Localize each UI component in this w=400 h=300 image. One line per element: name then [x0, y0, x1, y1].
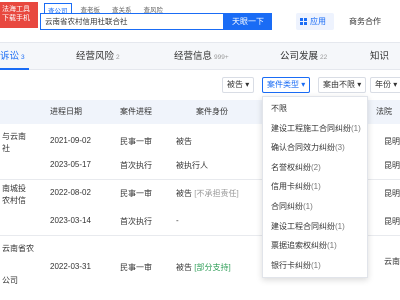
search-input[interactable]: 云南省农村信用社联合社: [40, 13, 224, 30]
apps-button[interactable]: 应用: [296, 13, 334, 30]
apps-button-label: 应用: [310, 17, 326, 26]
business-cooperation-link[interactable]: 商务合作: [349, 13, 381, 30]
dropdown-item[interactable]: 建设工程合同纠纷(1): [263, 217, 367, 237]
role-text: 被告: [176, 189, 192, 198]
tab-label: 经营风险: [76, 51, 115, 62]
row-role: 被告: [176, 137, 192, 146]
row-court: 昆明: [384, 217, 400, 226]
col-role: 案件身份: [196, 107, 228, 116]
row-court: 昆明: [384, 189, 400, 198]
row-date: 2023-05-17: [50, 160, 91, 169]
case-name-cont[interactable]: 社: [2, 144, 10, 154]
grid-icon: [300, 17, 308, 26]
row-process: 首次执行: [120, 217, 152, 226]
dropdown-item-label: 名誉权纠纷: [271, 162, 311, 172]
judgement-tag: [部分支持]: [194, 263, 231, 272]
row-role: 被告 [不承担责任]: [176, 188, 239, 199]
row-process: 民事一审: [120, 137, 152, 146]
app-download-banner[interactable]: 法海工具 下载手机: [0, 2, 38, 28]
filter-defendant[interactable]: 被告 ▾: [222, 77, 255, 93]
dropdown-item[interactable]: 信用卡纠纷(1): [263, 177, 367, 197]
row-date: 2022-08-02: [50, 188, 91, 197]
tab-count: 2: [116, 54, 120, 61]
dropdown-item-label: 不限: [271, 104, 287, 113]
dropdown-item[interactable]: 名誉权纠纷(2): [263, 158, 367, 178]
dropdown-item-count: (1): [351, 123, 361, 133]
dropdown-item[interactable]: 不限: [263, 99, 367, 119]
dropdown-item-label: 建设工程施工合同纠纷: [271, 123, 351, 133]
col-court: 法院: [376, 107, 392, 116]
dropdown-item-label: 票据追索权纠纷: [271, 241, 327, 251]
role-text: 被告: [176, 263, 192, 272]
dropdown-item[interactable]: 合同纠纷(1): [263, 197, 367, 217]
dropdown-item-count: (1): [311, 182, 321, 192]
row-date: 2021-09-02: [50, 136, 91, 145]
case-name[interactable]: 云南省农: [2, 244, 34, 254]
dropdown-item-label: 合同纠纷: [271, 201, 303, 211]
dropdown-item-count: (1): [303, 201, 313, 211]
case-name-cont[interactable]: 公司: [2, 276, 18, 286]
dropdown-item-count: (1): [311, 260, 321, 270]
tab-count: 3: [21, 54, 25, 61]
dropdown-item-label: 建设工程合同纠纷: [271, 221, 335, 231]
case-name[interactable]: 与云南: [2, 132, 26, 142]
tab-label: 知识: [370, 51, 390, 62]
row-court: 昆明: [384, 137, 400, 146]
dropdown-item[interactable]: 票据追索权纠纷(1): [263, 236, 367, 256]
tab-company-development[interactable]: 公司发展 22: [280, 43, 327, 70]
dropdown-item-count: (2): [311, 162, 321, 172]
dropdown-item-count: (3): [335, 143, 345, 153]
row-court: 昆明: [384, 161, 400, 170]
tab-count: 999+: [214, 54, 229, 61]
row-role: 被告 [部分支持]: [176, 262, 231, 273]
row-date: 2022-03-31: [50, 262, 91, 271]
dropdown-item[interactable]: 建设工程施工合同纠纷(1): [263, 119, 367, 139]
section-tabs: 诉讼 3 经营风险 2 经营信息 999+ 公司发展 22 知识: [0, 42, 400, 70]
col-process: 案件进程: [120, 107, 152, 116]
row-role: -: [176, 216, 179, 225]
dropdown-item-label: 信用卡纠纷: [271, 182, 311, 192]
tab-business-info[interactable]: 经营信息 999+: [174, 43, 229, 70]
row-process: 民事一审: [120, 263, 152, 272]
tab-label: 经营信息: [174, 51, 213, 62]
dropdown-item[interactable]: 确认合同效力纠纷(3): [263, 138, 367, 158]
row-process: 首次执行: [120, 161, 152, 170]
filter-year[interactable]: 年份 ▾: [370, 77, 400, 93]
tab-knowledge[interactable]: 知识: [370, 43, 389, 70]
tab-label: 诉讼: [0, 51, 20, 62]
tab-litigation[interactable]: 诉讼 3: [0, 43, 29, 70]
case-name-cont[interactable]: 农村信: [2, 196, 26, 206]
filter-bar: 被告 ▾ 案件类型 ▾ 案由不限 ▾ 年份 ▾: [0, 72, 400, 98]
top-bar: 法海工具 下载手机 查公司 查老板 查关系 查风险 云南省农村信用社联合社 天眼…: [0, 0, 400, 40]
case-type-dropdown: 不限 建设工程施工合同纠纷(1) 确认合同效力纠纷(3) 名誉权纠纷(2) 信用…: [262, 96, 368, 279]
row-process: 民事一审: [120, 189, 152, 198]
filter-cause[interactable]: 案由不限 ▾: [318, 77, 367, 93]
row-court: 云南: [384, 257, 400, 266]
case-name[interactable]: 南城投: [2, 184, 26, 194]
row-role: 被执行人: [176, 161, 208, 170]
dropdown-item-label: 确认合同效力纠纷: [271, 143, 335, 153]
filter-case-type[interactable]: 案件类型 ▾: [262, 77, 311, 93]
tab-label: 公司发展: [280, 51, 319, 62]
judgement-tag: [不承担责任]: [194, 189, 239, 198]
col-date: 进程日期: [50, 107, 82, 116]
row-date: 2023-03-14: [50, 216, 91, 225]
dropdown-item-count: (1): [327, 241, 337, 251]
tab-business-risk[interactable]: 经营风险 2: [76, 43, 120, 70]
dropdown-item-count: (1): [335, 221, 345, 231]
dropdown-item-label: 银行卡纠纷: [271, 260, 311, 270]
tab-count: 22: [320, 54, 328, 61]
dropdown-item[interactable]: 银行卡纠纷(1): [263, 256, 367, 276]
search-button[interactable]: 天眼一下: [224, 13, 272, 30]
